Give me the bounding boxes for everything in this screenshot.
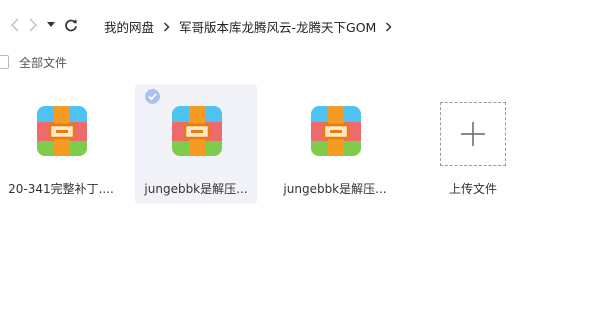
archive-icon [37, 106, 87, 156]
archive-icon [172, 106, 222, 156]
breadcrumb-item-current-folder[interactable]: 军哥版本库龙腾风云-龙腾天下GOM [179, 17, 376, 36]
file-name: 20-341完整补丁.... [8, 182, 114, 196]
archive-icon [311, 106, 361, 156]
breadcrumb-separator-icon [385, 21, 392, 32]
file-name: jungebbk是解压... [144, 182, 248, 196]
refresh-button[interactable] [62, 14, 80, 36]
breadcrumb: 我的网盘 军哥版本库龙腾风云-龙腾天下GOM [104, 17, 401, 36]
file-tile[interactable]: jungebbk是解压... [135, 84, 257, 204]
select-all-row: 全部文件 [0, 52, 67, 72]
plus-icon [461, 122, 485, 146]
selected-check-icon[interactable] [145, 89, 160, 104]
select-all-checkbox[interactable] [0, 55, 9, 69]
select-all-label: 全部文件 [19, 55, 68, 70]
upload-button[interactable] [440, 102, 506, 166]
refresh-icon [65, 19, 77, 32]
forward-button[interactable] [24, 14, 42, 36]
file-tile[interactable]: jungebbk是解压... [274, 84, 396, 204]
toolbar: 我的网盘 军哥版本库龙腾风云-龙腾天下GOM [0, 0, 600, 50]
back-button[interactable] [6, 14, 24, 36]
upload-label[interactable]: 上传文件 [423, 180, 523, 197]
file-name: jungebbk是解压... [283, 182, 387, 196]
chevron-left-icon [10, 18, 19, 32]
chevron-right-icon [29, 18, 38, 32]
file-tile[interactable]: 20-341完整补丁.... [0, 84, 122, 204]
caret-down-icon [47, 22, 55, 27]
history-dropdown[interactable] [44, 14, 58, 36]
breadcrumb-item-my-drive[interactable]: 我的网盘 [104, 17, 154, 36]
breadcrumb-separator-icon [163, 21, 170, 32]
